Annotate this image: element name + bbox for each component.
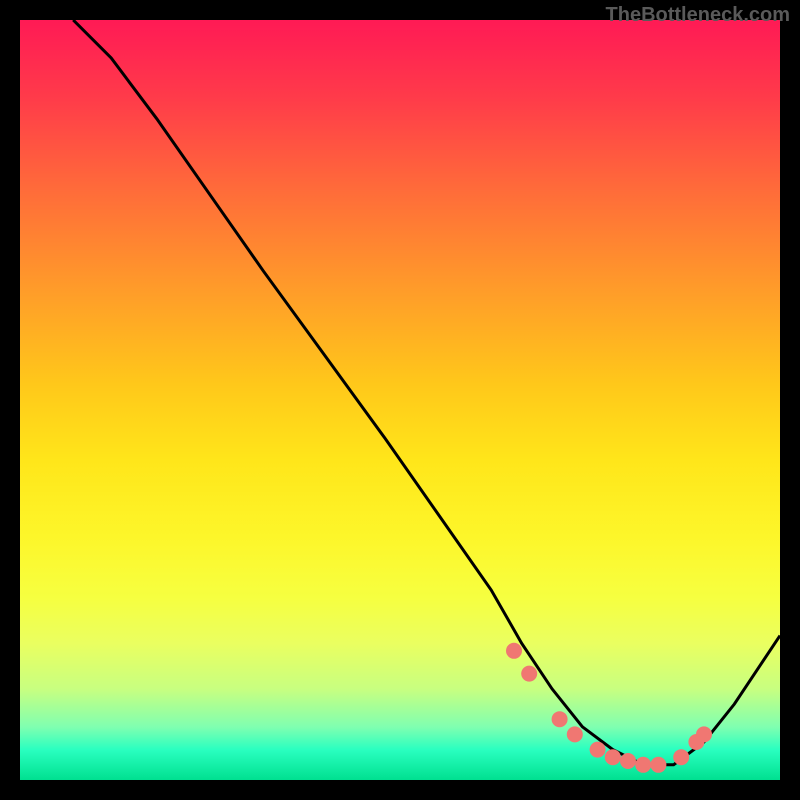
chart-frame: TheBottleneck.com (0, 0, 800, 800)
bottleneck-curve (73, 20, 780, 765)
marker-dot (650, 757, 666, 773)
marker-dot (590, 742, 606, 758)
marker-dot (506, 643, 522, 659)
marker-dot (635, 757, 651, 773)
plot-area (20, 20, 780, 780)
watermark-text: TheBottleneck.com (606, 4, 790, 27)
marker-dot (605, 749, 621, 765)
marker-dot (673, 749, 689, 765)
marker-dots-group (506, 643, 712, 773)
marker-dot (521, 666, 537, 682)
marker-dot (620, 753, 636, 769)
marker-dot (696, 726, 712, 742)
marker-dot (567, 726, 583, 742)
marker-dot (552, 711, 568, 727)
chart-svg (20, 20, 780, 780)
